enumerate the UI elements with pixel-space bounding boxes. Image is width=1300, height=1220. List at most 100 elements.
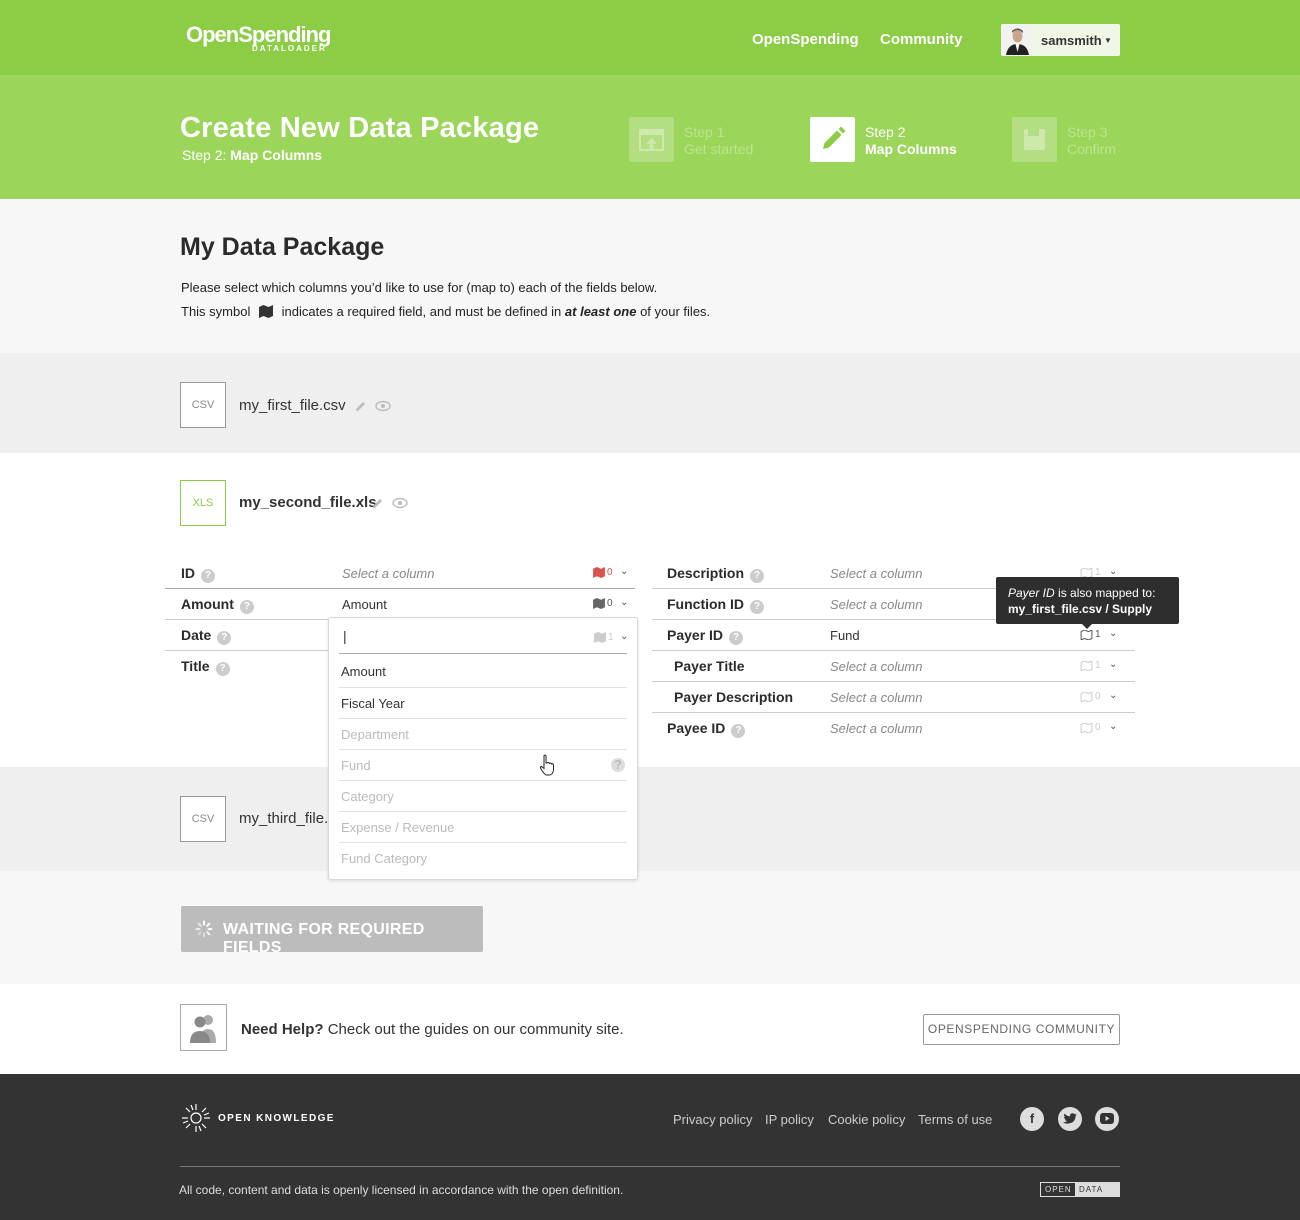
mapped-count: 1 [1080,660,1101,671]
help-icon[interactable]: ? [217,631,232,645]
dropdown-option[interactable]: Fund Category [339,842,627,873]
dropdown-option[interactable]: Category [339,780,627,811]
subtitle-prefix: Step 2: [182,147,227,163]
waiting-for-required-fields-button[interactable]: WAITING FOR REQUIRED FIELDS [181,906,483,956]
chevron-down-icon[interactable]: ⌄ [620,597,628,608]
pencil-icon [810,117,855,162]
help-icon[interactable]: ? [215,662,230,676]
file-name[interactable]: my_second_file.xls [239,494,377,511]
dropdown-option[interactable]: Amount [339,656,627,687]
edit-pencil-icon[interactable] [372,496,384,514]
step-2-label: Step 2 [865,124,906,140]
column-select[interactable]: Select a column [830,721,923,736]
user-menu-button[interactable]: samsmith ▼ [1001,24,1120,56]
step-1-label: Step 1 [684,124,725,140]
column-select[interactable]: Select a column [342,566,435,581]
step-3-label: Step 3 [1067,124,1108,140]
column-select[interactable]: Select a column [830,690,923,705]
chevron-down-icon[interactable]: ⌄ [620,631,628,642]
username: samsmith [1041,33,1102,48]
openspending-dataloader-logo[interactable]: OpenSpending DATALOADER [186,22,331,53]
caret-down-icon: ▼ [1104,36,1112,45]
column-select[interactable]: Select a column [830,566,923,581]
upload-icon [629,117,674,162]
mapped-count: 1 [594,632,614,643]
chevron-down-icon[interactable]: ⌄ [1109,721,1117,732]
chevron-down-icon[interactable]: ⌄ [1109,566,1117,577]
dropdown-option[interactable]: Fiscal Year [339,687,627,718]
help-icon[interactable]: ? [611,758,625,772]
edit-pencil-icon[interactable] [355,399,367,417]
nav-link-openspending[interactable]: OpenSpending [752,31,859,48]
chevron-down-icon[interactable]: ⌄ [1109,659,1117,670]
page-subtitle: Step 2: Map Columns [182,147,322,163]
intro-required-note: This symbol indicates a required field, … [181,304,711,321]
mapped-count: 0 [1080,722,1101,733]
openspending-community-button[interactable]: OPENSPENDING COMMUNITY [923,1014,1120,1045]
mapping-row-id[interactable]: ID? Select a column 0 ⌄ [165,558,635,589]
mapping-row-title[interactable]: Title? [165,651,328,682]
help-icon[interactable]: ? [731,724,746,738]
chevron-down-icon[interactable]: ⌄ [1109,628,1117,639]
step-1-name: Get started [684,141,754,157]
youtube-icon[interactable] [1095,1107,1119,1131]
footer: OPEN KNOWLEDGE Privacy policy IP policy … [0,1074,1300,1220]
column-select[interactable]: Select a column [830,659,923,674]
help-icon[interactable]: ? [239,600,254,614]
privacy-policy-link[interactable]: Privacy policy [673,1112,752,1127]
mapping-tooltip: Payer ID is also mapped to: my_first_fil… [996,577,1179,629]
cookie-policy-link[interactable]: Cookie policy [828,1112,905,1127]
column-dropdown[interactable]: | 1 ⌄ Amount Fiscal Year Department Fund… [328,617,638,880]
logo-sub-text: DATALOADER [252,44,327,53]
facebook-icon[interactable]: f [1020,1107,1044,1131]
page-title: Create New Data Package [180,112,540,144]
dropdown-option[interactable]: Fund ? [339,749,627,780]
eye-icon[interactable] [375,399,391,417]
chevron-down-icon[interactable]: ⌄ [1109,690,1117,701]
dropdown-option[interactable]: Department [339,718,627,749]
csv-file-icon: CSV [180,796,226,842]
page-header: Create New Data Package Step 2: Map Colu… [0,75,1300,199]
dropdown-option[interactable]: Expense / Revenue [339,811,627,842]
open-knowledge-logo[interactable]: OPEN KNOWLEDGE [180,1102,335,1134]
chevron-down-icon[interactable]: ⌄ [620,566,628,577]
required-map-icon [258,305,273,321]
mapping-row-payer-description[interactable]: Payer Description Select a column 0 ⌄ [652,682,1135,713]
help-icon[interactable]: ? [750,569,765,583]
mapping-row-payer-title[interactable]: Payer Title Select a column 1 ⌄ [652,651,1135,682]
terms-of-use-link[interactable]: Terms of use [918,1112,992,1127]
column-select[interactable]: Amount [342,597,387,612]
xls-file-icon: XLS [180,480,226,526]
eye-icon[interactable] [392,496,408,514]
mapping-row-payer-id[interactable]: Payer ID? Fund 1 ⌄ [652,620,1135,651]
help-icon[interactable]: ? [750,600,764,614]
required-count: 0 [593,567,613,578]
step-3-name: Confirm [1067,141,1117,157]
open-data-badge[interactable]: OPEN DATA [1040,1182,1120,1197]
file-section-1: CSV my_first_file.csv [0,353,1300,453]
file-name[interactable]: my_first_file.csv [239,397,346,414]
mapping-row-payee-id[interactable]: Payee ID? Select a column 0 ⌄ [652,713,1135,744]
nav-link-community[interactable]: Community [880,31,963,48]
mapped-count[interactable]: 1 [1080,629,1101,640]
file-section-3: CSV my_third_file.csv [0,767,1300,871]
mapping-row-date[interactable]: Date? [165,620,328,651]
pointer-cursor-icon [539,754,555,779]
mapping-row-amount[interactable]: Amount? Amount 0 ⌄ [165,589,635,620]
mapped-count: 0 [1080,691,1101,702]
save-icon [1012,117,1057,162]
dropdown-search-input[interactable]: | [343,628,347,644]
ip-policy-link[interactable]: IP policy [765,1112,814,1127]
help-icon[interactable]: ? [201,569,215,583]
spinner-icon [195,920,213,943]
column-select[interactable]: Fund [830,628,860,643]
avatar [1002,25,1033,55]
column-select[interactable]: Select a column [830,597,923,612]
step-2-name: Map Columns [865,141,957,157]
help-section: Need Help? Check out the guides on our c… [0,984,1300,1074]
required-count: 0 [593,598,613,609]
top-navbar: OpenSpending DATALOADER OpenSpending Com… [0,0,1300,75]
twitter-icon[interactable] [1058,1107,1082,1131]
help-icon[interactable]: ? [729,631,744,645]
package-title: My Data Package [180,233,385,261]
